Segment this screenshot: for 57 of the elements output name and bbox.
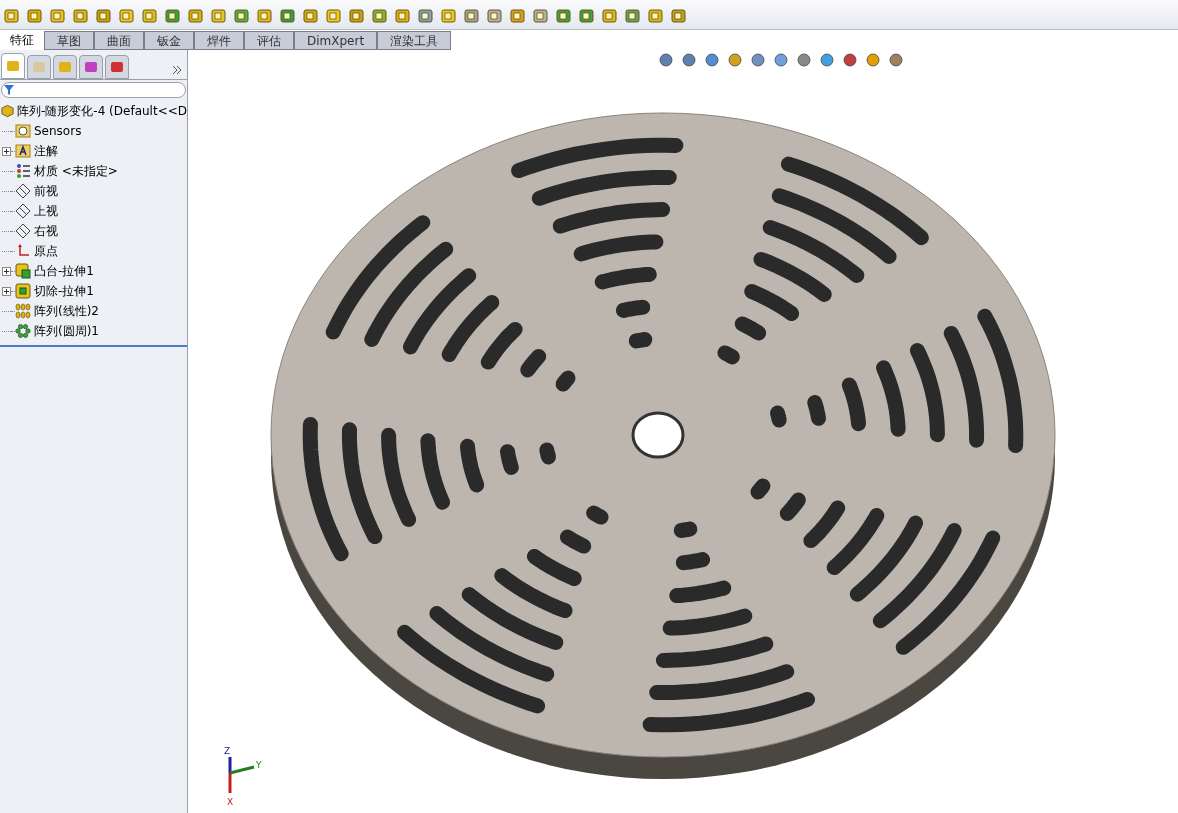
origin-axes-icon (15, 243, 31, 259)
panel-tab-icon (83, 59, 99, 75)
view-tool-icon[interactable] (865, 52, 883, 70)
filter-icon (4, 84, 14, 96)
plane-icon (15, 223, 31, 239)
command-tab[interactable]: DimXpert (294, 31, 378, 50)
view-tool-icon[interactable] (819, 52, 837, 70)
view-tool-icon[interactable] (888, 52, 906, 70)
command-tab[interactable]: 渲染工具 (377, 31, 452, 50)
command-tab[interactable]: 焊件 (194, 31, 244, 50)
panel-tab-icon (109, 59, 125, 75)
tree-item-label[interactable]: 材质 <未指定> (34, 162, 118, 180)
view-tool-icon[interactable] (658, 52, 676, 70)
more-tabs-icon[interactable] (172, 65, 182, 75)
expand-icon[interactable] (2, 286, 11, 296)
expand-icon[interactable] (2, 266, 11, 276)
command-tab[interactable]: 草图 (44, 31, 94, 50)
cut-block-icon (15, 283, 31, 299)
plane-icon (15, 203, 31, 219)
panel-tab-icon (57, 59, 73, 75)
panel-tab-icon (31, 59, 47, 75)
command-tab[interactable]: 评估 (244, 31, 294, 50)
command-tab[interactable]: 曲面 (94, 31, 144, 50)
panel-tab[interactable] (1, 53, 25, 79)
extrude-block-icon (15, 263, 31, 279)
tree-item-label[interactable]: 注解 (34, 142, 58, 160)
tree-item-label[interactable]: 切除-拉伸1 (34, 282, 94, 300)
tree-item-label[interactable]: 凸台-拉伸1 (34, 262, 94, 280)
command-tab[interactable]: 钣金 (144, 31, 194, 50)
tree-item-label[interactable]: 阵列(圆周)1 (34, 322, 99, 340)
dot-ring-icon (15, 323, 31, 339)
tree-item-label[interactable]: 上视 (34, 202, 58, 220)
dot-grid-icon (15, 303, 31, 319)
tree-item-label[interactable]: 阵列(线性)2 (34, 302, 99, 320)
tree-item-label[interactable]: Sensors (34, 122, 82, 140)
material-list-icon (15, 163, 31, 179)
view-tool-icon[interactable] (704, 52, 722, 70)
axis-triad-drawing: Z Y X (210, 743, 270, 813)
filter-field[interactable] (1, 82, 186, 98)
expand-icon[interactable] (2, 146, 11, 156)
tree-item-label[interactable]: 原点 (34, 242, 58, 260)
tree-root-label[interactable]: 阵列-随形变化-4 (Default<<D (17, 102, 187, 120)
tree-item-label[interactable]: 前视 (34, 182, 58, 200)
view-tool-icon[interactable] (773, 52, 791, 70)
panel-tab-icon (5, 58, 21, 74)
view-tool-icon[interactable] (727, 52, 745, 70)
folder-gauge-icon (15, 124, 31, 138)
view-tool-icon[interactable] (796, 52, 814, 70)
panel-tab[interactable] (105, 55, 129, 79)
view-tool-icon[interactable] (842, 52, 860, 70)
folder-letter-icon (15, 144, 31, 158)
panel-tab[interactable] (79, 55, 103, 79)
part-icon (0, 103, 15, 119)
tree-item-label[interactable]: 右视 (34, 222, 58, 240)
plane-icon (15, 183, 31, 199)
view-tool-icon[interactable] (681, 52, 699, 70)
view-tool-icon[interactable] (750, 52, 768, 70)
